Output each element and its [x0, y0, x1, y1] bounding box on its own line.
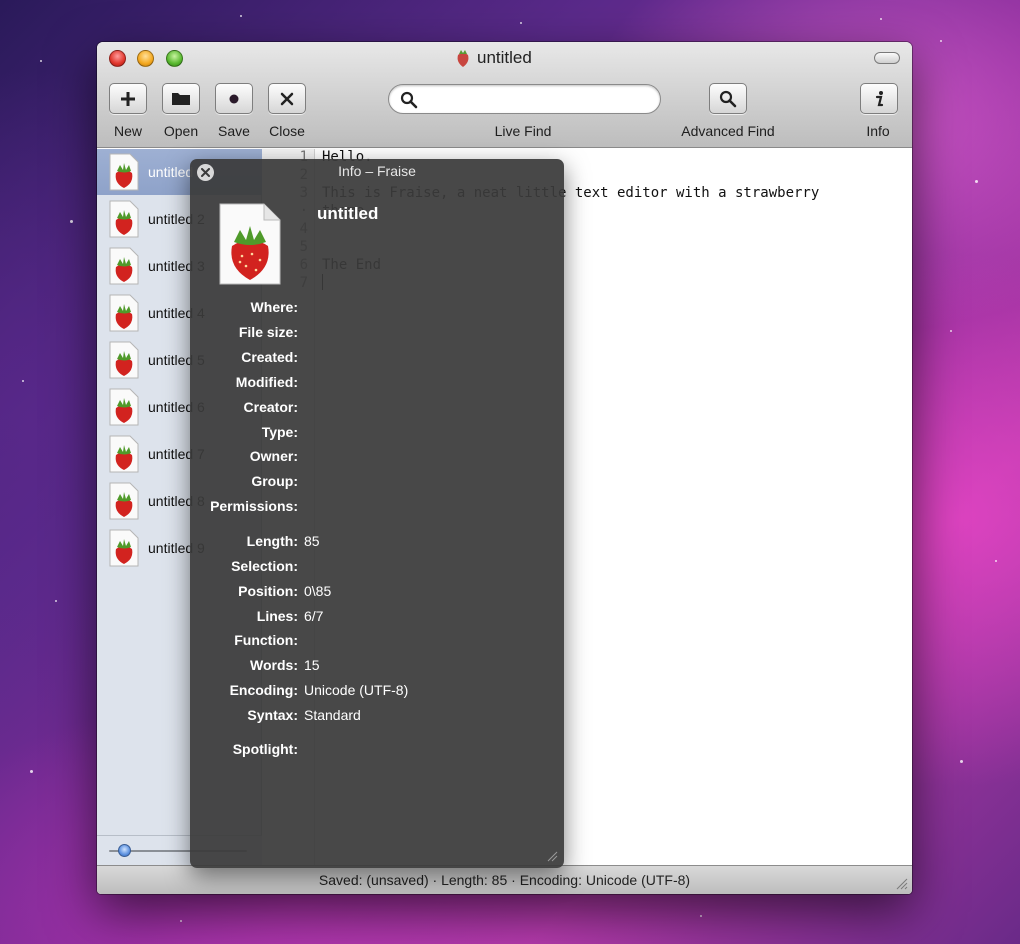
x-icon	[280, 92, 294, 105]
star	[520, 22, 522, 24]
info-field-label: Created:	[241, 349, 298, 365]
star	[950, 330, 952, 332]
info-field-value: 0\85	[304, 583, 332, 599]
status-text: Saved: (unsaved) · Length: 85 · Encoding…	[318, 872, 691, 888]
info-field-value: Unicode (UTF-8)	[304, 682, 409, 698]
info-icon	[875, 90, 884, 106]
minimize-window-button[interactable]	[137, 50, 154, 67]
info-field-label: Position:	[238, 583, 298, 599]
info-field-value: 6/7	[304, 608, 324, 624]
star	[700, 915, 702, 917]
toolbar-toggle-button[interactable]	[874, 52, 900, 64]
info-field-label: Encoding:	[229, 682, 298, 698]
star	[975, 180, 978, 183]
status-bar: Saved: (unsaved) · Length: 85 · Encoding…	[97, 865, 912, 894]
save-label: Save	[218, 123, 250, 139]
info-field-label: Selection:	[231, 558, 298, 574]
star	[40, 60, 42, 62]
resize-grip-icon[interactable]	[894, 876, 908, 890]
info-file-name: untitled	[317, 204, 379, 223]
close-button[interactable]	[268, 83, 306, 114]
star	[240, 15, 242, 17]
document-strawberry-icon	[109, 247, 139, 285]
new-label: New	[113, 123, 142, 139]
document-strawberry-icon	[109, 200, 139, 238]
info-field-label: Permissions:	[210, 498, 298, 514]
document-strawberry-icon	[109, 341, 139, 379]
info-button[interactable]	[860, 83, 898, 114]
info-field-value: 15	[304, 657, 320, 673]
info-field-label: Words:	[250, 657, 298, 673]
info-field-label: Group:	[251, 473, 298, 489]
info-field-label: Owner:	[249, 448, 298, 464]
info-field-label: File size:	[238, 324, 298, 340]
window-title-text: untitled	[477, 48, 532, 67]
toolbar: untitled New Open Save Close Live Find A…	[97, 42, 912, 148]
live-find-label: Live Find	[494, 123, 552, 139]
info-label: Info	[866, 123, 890, 139]
zoom-window-button[interactable]	[166, 50, 183, 67]
document-strawberry-icon	[219, 203, 281, 285]
info-field-label: Modified:	[235, 374, 298, 390]
info-field-label: Syntax:	[247, 707, 298, 723]
star	[70, 220, 73, 223]
save-button[interactable]	[215, 83, 253, 114]
icon-size-slider-knob[interactable]	[118, 844, 131, 857]
search-icon	[400, 91, 418, 109]
new-button[interactable]	[109, 83, 147, 114]
document-strawberry-icon	[109, 529, 139, 567]
info-panel-title: Info – Fraise	[338, 163, 416, 179]
close-label: Close	[269, 123, 305, 139]
live-find-input[interactable]	[388, 84, 661, 114]
star	[880, 18, 882, 20]
document-list-item-label: untitled	[148, 164, 194, 180]
star	[22, 380, 24, 382]
info-field-label: Creator:	[243, 399, 298, 415]
star	[940, 40, 942, 42]
open-button[interactable]	[162, 83, 200, 114]
advanced-find-label: Advanced Find	[681, 123, 775, 139]
window-title: untitled	[455, 47, 532, 69]
close-window-button[interactable]	[109, 50, 126, 67]
info-field-label: Type:	[261, 424, 298, 440]
star	[30, 770, 33, 773]
star	[55, 600, 57, 602]
document-strawberry-icon	[109, 388, 139, 426]
plus-icon	[121, 91, 135, 106]
info-field-value: 85	[304, 533, 320, 549]
star	[995, 560, 997, 562]
info-field-label: Spotlight:	[232, 741, 298, 757]
document-strawberry-icon	[109, 435, 139, 473]
strawberry-icon	[457, 50, 469, 67]
magnifier-icon	[719, 90, 737, 107]
info-field-label: Where:	[250, 299, 298, 315]
advanced-find-button[interactable]	[709, 83, 747, 114]
document-strawberry-icon	[109, 153, 139, 191]
info-field-label: Length:	[246, 533, 298, 549]
info-field-label: Lines:	[256, 608, 298, 624]
star	[180, 920, 182, 922]
info-panel: Info – Fraise untitled Where: File size: C…	[190, 159, 564, 868]
star	[960, 760, 963, 763]
open-label: Open	[163, 123, 199, 139]
resize-grip-icon[interactable]	[546, 850, 558, 862]
folder-icon	[172, 93, 190, 105]
document-strawberry-icon	[109, 482, 139, 520]
document-strawberry-icon	[109, 294, 139, 332]
info-field-label: Function:	[234, 632, 298, 648]
info-field-value: Standard	[304, 707, 361, 723]
dot-icon	[229, 94, 239, 103]
